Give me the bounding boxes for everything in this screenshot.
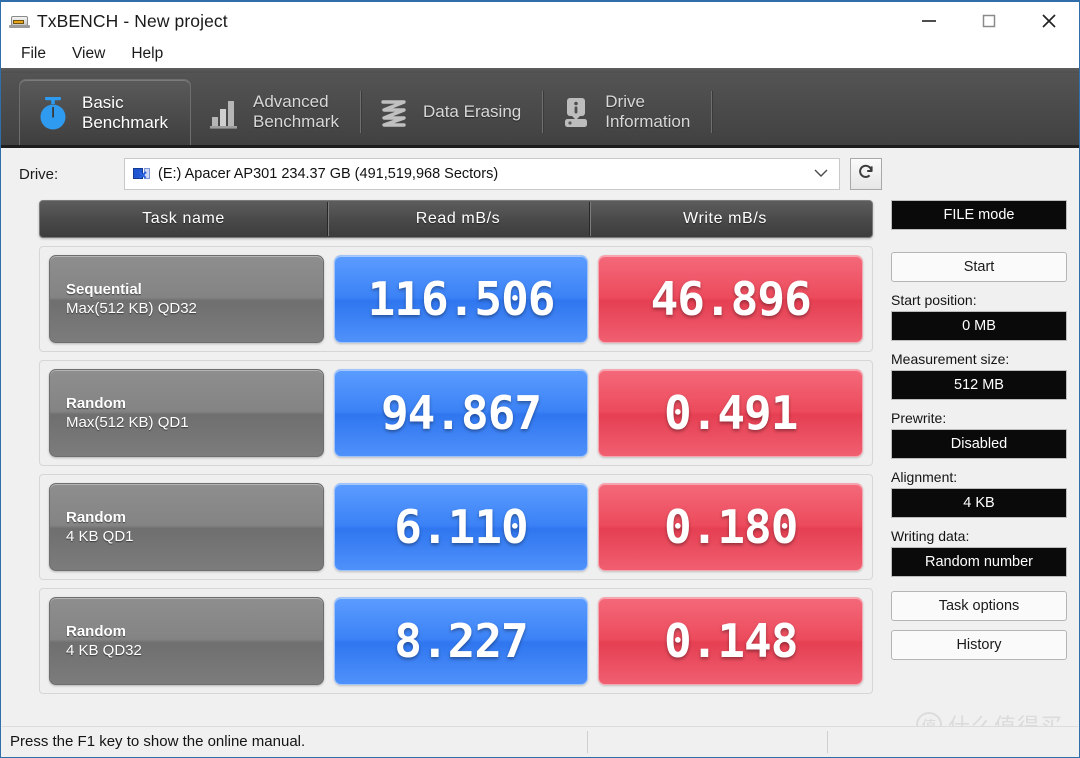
drive-select-icon <box>133 167 151 182</box>
bar-chart-icon <box>207 93 241 131</box>
read-value-cell: 94.867 <box>333 369 589 457</box>
options-sidebar: FILE mode Start Start position: 0 MB Mea… <box>891 200 1079 718</box>
write-value: 0.180 <box>663 500 798 554</box>
table-row: Random 4 KB QD32 8.227 0.148 <box>39 588 873 694</box>
tab-drive-information[interactable]: Drive Information <box>543 79 713 145</box>
write-value-cell: 0.148 <box>598 597 863 685</box>
task-options-button[interactable]: Task options <box>891 591 1067 621</box>
task-cell[interactable]: Random 4 KB QD1 <box>49 483 324 571</box>
alignment-label: Alignment: <box>891 469 958 485</box>
menu-item-help[interactable]: Help <box>121 43 173 65</box>
column-header-task-name: Task name <box>142 210 225 227</box>
read-value: 8.227 <box>394 614 528 668</box>
tab-advanced-benchmark[interactable]: Advanced Benchmark <box>191 79 361 145</box>
tab-label: Data Erasing <box>422 102 522 121</box>
start-button[interactable]: Start <box>891 252 1067 282</box>
task-cell[interactable]: Random 4 KB QD32 <box>49 597 324 685</box>
refresh-drive-button[interactable] <box>850 158 882 190</box>
task-name-line2: Max(512 KB) QD32 <box>66 300 197 317</box>
measurement-size-value[interactable]: 512 MB <box>891 370 1067 400</box>
writing-data-label: Writing data: <box>891 528 970 544</box>
task-name-line1: Random <box>66 509 126 526</box>
history-button[interactable]: History <box>891 630 1067 660</box>
column-header-write: Write mB/s <box>589 202 861 236</box>
eraser-wave-icon <box>377 93 411 131</box>
drive-combobox[interactable]: (E:) Apacer AP301 234.37 GB (491,519,968… <box>124 158 840 190</box>
drive-app-icon <box>9 12 31 30</box>
tab-basic-benchmark[interactable]: Basic Benchmark <box>19 79 191 145</box>
tab-label: Basic Benchmark <box>82 92 168 132</box>
read-value: 116.506 <box>367 272 556 326</box>
read-value: 94.867 <box>380 386 542 440</box>
task-name-line2: 4 KB QD32 <box>66 642 142 659</box>
write-value: 0.148 <box>663 614 798 668</box>
status-segment-1 <box>587 730 827 753</box>
menu-item-view[interactable]: View <box>62 43 115 65</box>
task-name-line2: 4 KB QD1 <box>66 528 134 545</box>
minimize-icon[interactable] <box>899 2 959 40</box>
status-segment-2 <box>827 730 947 753</box>
tab-label: Advanced Benchmark <box>252 92 339 131</box>
write-value: 0.491 <box>663 386 798 440</box>
prewrite-label: Prewrite: <box>891 410 947 426</box>
status-bar: Press the F1 key to show the online manu… <box>2 726 1078 756</box>
table-row: Random 4 KB QD1 6.110 0.180 <box>39 474 873 580</box>
drive-info-icon <box>559 93 593 131</box>
maximize-icon[interactable] <box>959 2 1019 40</box>
tab-strip: Basic Benchmark Advanced Benchmark Data <box>1 68 1079 148</box>
menu-bar: File View Help <box>1 40 1079 68</box>
write-value-cell: 46.896 <box>598 255 863 343</box>
title-bar: TxBENCH - New project <box>1 2 1079 40</box>
menu-item-file[interactable]: File <box>11 43 56 65</box>
benchmark-table-header: Task name Read mB/s Write mB/s <box>39 200 873 238</box>
txbench-window: TxBENCH - New project File View Help Bas… <box>0 0 1080 758</box>
start-position-label: Start position: <box>891 292 977 308</box>
prewrite-value[interactable]: Disabled <box>891 429 1067 459</box>
refresh-icon <box>856 162 876 187</box>
benchmark-panel: Task name Read mB/s Write mB/s Sequentia… <box>1 200 891 718</box>
close-icon[interactable] <box>1019 2 1079 40</box>
file-mode-indicator[interactable]: FILE mode <box>891 200 1067 230</box>
table-row: Random Max(512 KB) QD1 94.867 0.491 <box>39 360 873 466</box>
write-value-cell: 0.491 <box>598 369 863 457</box>
tab-divider <box>711 91 713 133</box>
table-row: Sequential Max(512 KB) QD32 116.506 46.8… <box>39 246 873 352</box>
stopwatch-icon <box>36 94 70 132</box>
task-name-line2: Max(512 KB) QD1 <box>66 414 189 431</box>
column-header-read: Read mB/s <box>327 202 589 236</box>
tab-label: Drive Information <box>605 92 691 131</box>
window-title: TxBENCH - New project <box>37 10 228 31</box>
drive-selected-value: (E:) Apacer AP301 234.37 GB (491,519,968… <box>158 166 499 182</box>
task-name-line1: Random <box>66 395 126 412</box>
task-name-line1: Sequential <box>66 281 142 298</box>
chevron-down-icon[interactable] <box>813 165 829 183</box>
write-value: 46.896 <box>650 272 812 326</box>
window-controls <box>899 2 1079 40</box>
main-content: Task name Read mB/s Write mB/s Sequentia… <box>1 200 1079 718</box>
drive-label: Drive: <box>19 165 59 183</box>
start-position-value[interactable]: 0 MB <box>891 311 1067 341</box>
tab-data-erasing[interactable]: Data Erasing <box>361 79 544 145</box>
read-value-cell: 116.506 <box>333 255 589 343</box>
writing-data-value[interactable]: Random number <box>891 547 1067 577</box>
read-value-cell: 8.227 <box>333 597 589 685</box>
task-cell[interactable]: Sequential Max(512 KB) QD32 <box>49 255 324 343</box>
task-name-line1: Random <box>66 623 126 640</box>
read-value-cell: 6.110 <box>333 483 589 571</box>
task-cell[interactable]: Random Max(512 KB) QD1 <box>49 369 324 457</box>
read-value: 6.110 <box>394 500 528 554</box>
drive-selector-row: Drive: (E:) Apacer AP301 234.37 GB (491,… <box>1 148 1079 200</box>
status-message: Press the F1 key to show the online manu… <box>10 733 306 750</box>
measurement-size-label: Measurement size: <box>891 351 1010 367</box>
alignment-value[interactable]: 4 KB <box>891 488 1067 518</box>
write-value-cell: 0.180 <box>598 483 863 571</box>
